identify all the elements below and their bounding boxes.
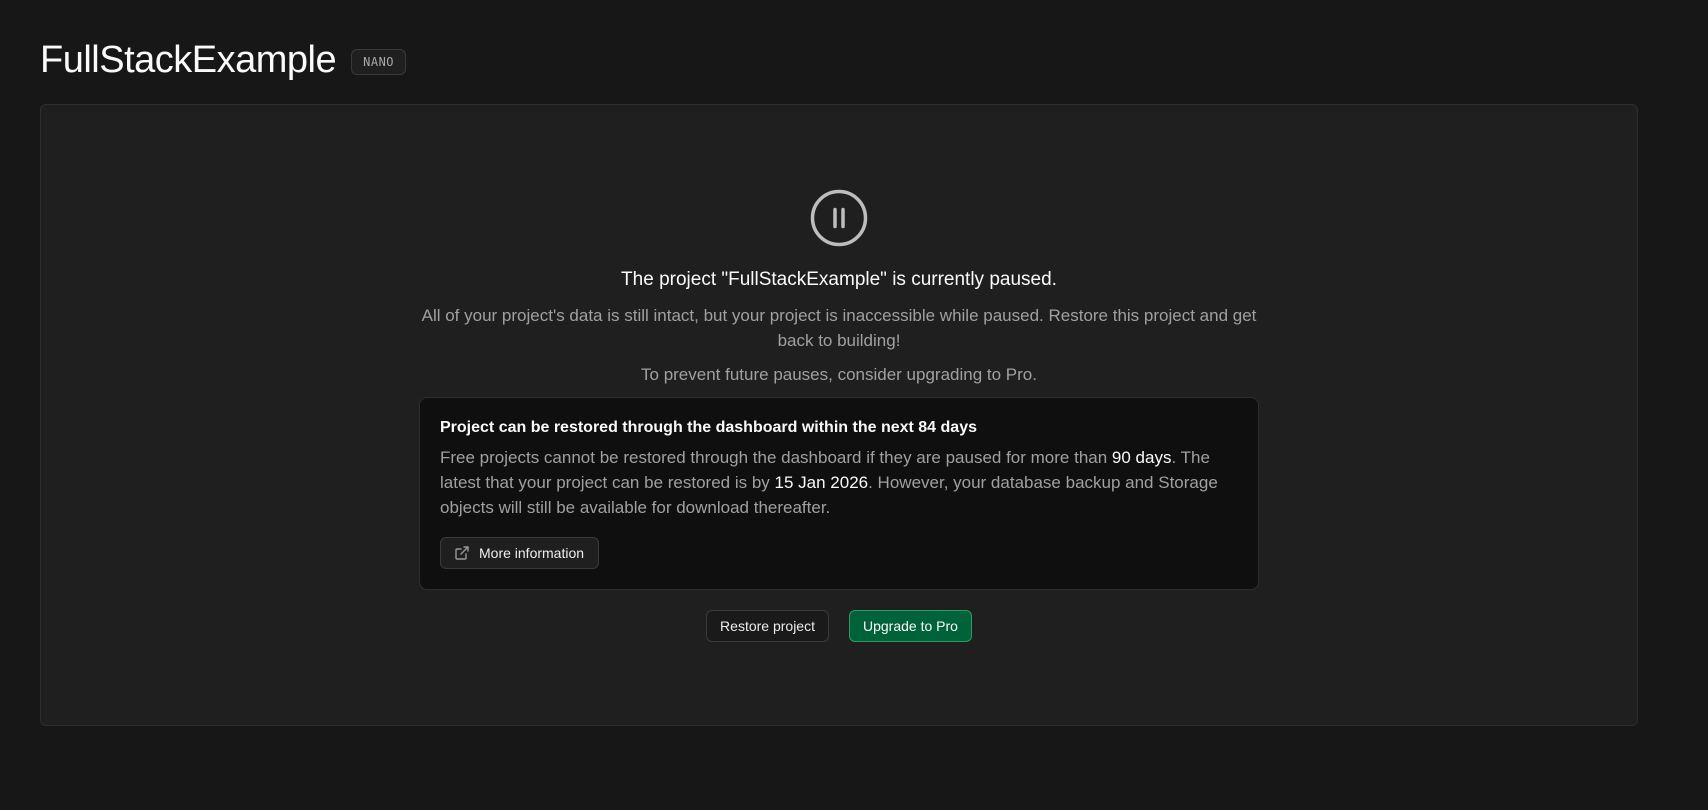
notice-body: Free projects cannot be restored through… — [440, 445, 1238, 520]
paused-panel: The project "FullStackExample" is curren… — [40, 104, 1638, 726]
more-information-label: More information — [479, 545, 585, 561]
plan-badge: NANO — [351, 49, 407, 75]
paused-heading: The project "FullStackExample" is curren… — [621, 269, 1057, 290]
paused-actions: Restore project Upgrade to Pro — [706, 610, 972, 642]
notice-text-1: Free projects cannot be restored through… — [440, 448, 1112, 467]
days-limit: 90 days — [1111, 448, 1172, 467]
restore-notice: Project can be restored through the dash… — [419, 397, 1259, 590]
project-title: FullStackExample — [40, 39, 337, 81]
paused-description: All of your project's data is still inta… — [421, 306, 1257, 350]
upgrade-to-pro-button[interactable]: Upgrade to Pro — [848, 610, 972, 642]
paused-content: The project "FullStackExample" is curren… — [41, 189, 1637, 642]
external-link-icon — [455, 546, 469, 560]
restore-project-button[interactable]: Restore project — [706, 610, 829, 642]
upgrade-hint: To prevent future pauses, consider upgra… — [641, 365, 1037, 384]
page-header: FullStackExample NANO — [40, 36, 407, 84]
paused-project-page: FullStackExample NANO The project "FullS… — [0, 0, 1708, 810]
notice-title: Project can be restored through the dash… — [440, 419, 977, 436]
pause-circle-icon — [810, 189, 868, 247]
more-information-button[interactable]: More information — [440, 537, 600, 569]
restore-by-date: 15 Jan 2026 — [774, 473, 869, 492]
